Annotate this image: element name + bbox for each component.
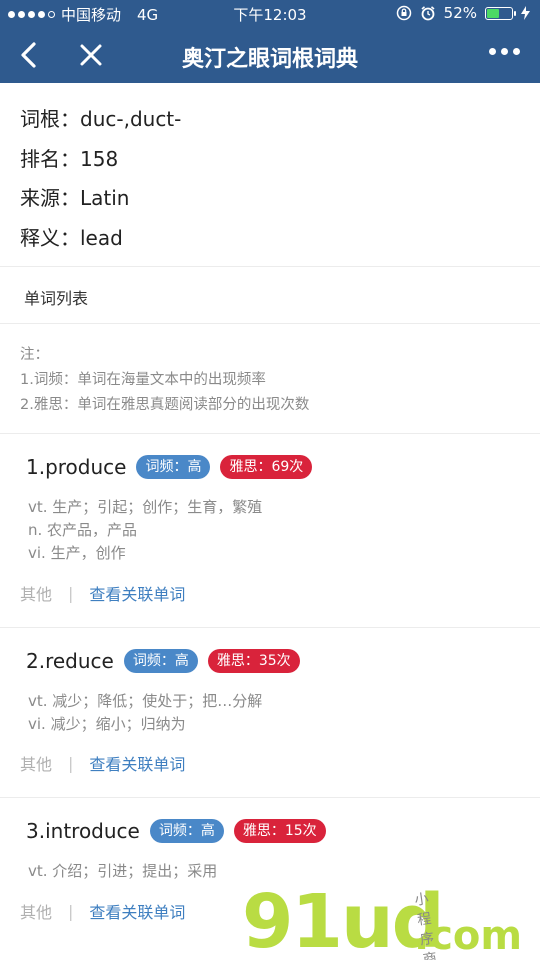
info-label: 来源： [20, 186, 80, 210]
root-info-row: 排名：158 [20, 140, 181, 180]
watermark-logo: 91ud [242, 879, 445, 960]
charging-icon [521, 6, 530, 20]
divider [0, 266, 540, 267]
frequency-badge: 词频：高 [136, 455, 211, 479]
word-header: 3.introduce 词频：高 雅思：15次 [26, 819, 336, 843]
battery-percent: 52% [443, 4, 477, 22]
divider [0, 627, 540, 628]
rotation-lock-icon [396, 5, 411, 21]
other-button[interactable]: 其他 [20, 899, 52, 923]
divider [0, 433, 540, 434]
info-value: 158 [80, 146, 119, 171]
root-info-row: 释义：lead [20, 219, 181, 259]
ielts-badge: 雅思：35次 [207, 649, 300, 673]
word-definitions: vt. 生产；引起；创作；生育，繁殖 n. 农产品，产品 vi. 生产，创作 [28, 496, 262, 565]
root-info: 词根：duc-,duct- 排名：158 来源：Latin 释义：lead [20, 100, 181, 258]
nav-bar: 奥汀之眼词根词典 [0, 28, 540, 83]
action-separator: | [68, 583, 74, 603]
word-name: 3.introduce [26, 819, 140, 843]
word-definitions: vt. 减少；降低；使处于；把…分解 vi. 减少；缩小；归纳为 [28, 690, 262, 736]
alarm-icon [421, 6, 435, 21]
section-title: 单词列表 [24, 289, 89, 308]
definition-line: vt. 减少；降低；使处于；把…分解 [28, 692, 263, 710]
view-related-words-link[interactable]: 查看关联单词 [89, 899, 185, 923]
frequency-badge: 词频：高 [123, 649, 198, 673]
word-name: 1.produce [26, 455, 127, 479]
definition-line: vi. 减少；缩小；归纳为 [28, 715, 186, 733]
view-related-words-link[interactable]: 查看关联单词 [89, 581, 185, 605]
notes-line: 1.词频：单词在海量文本中的出现频率 [20, 372, 266, 388]
notes-heading: 注： [20, 347, 49, 363]
root-info-row: 词根：duc-,duct- [20, 100, 181, 140]
info-label: 释义： [20, 225, 80, 250]
divider [0, 797, 540, 798]
ielts-badge: 雅思：69次 [220, 455, 313, 479]
info-value: lead [80, 225, 123, 250]
word-header: 1.produce 词频：高 雅思：69次 [26, 455, 322, 479]
divider [0, 323, 540, 324]
status-bar: 中国移动 4G 下午12:03 52% [0, 0, 540, 28]
definition-line: vt. 介绍；引进；提出；采用 [28, 862, 218, 880]
watermark: 91ud .com 小程序商店 [242, 879, 522, 960]
word-header: 2.reduce 词频：高 雅思：35次 [26, 649, 310, 673]
definition-line: vi. 生产，创作 [28, 544, 126, 562]
notes: 注： 1.词频：单词在海量文本中的出现频率 2.雅思：单词在雅思真题阅读部分的出… [20, 343, 309, 418]
ielts-badge: 雅思：15次 [233, 819, 326, 843]
definition-line: vt. 生产；引起；创作；生育，繁殖 [28, 498, 263, 516]
word-definitions: vt. 介绍；引进；提出；采用 [28, 860, 217, 883]
word-actions: 其他 | 查看关联单词 [20, 899, 185, 923]
other-button[interactable]: 其他 [20, 581, 52, 605]
info-value: Latin [80, 186, 130, 210]
action-separator: | [68, 901, 74, 921]
notes-line: 2.雅思：单词在雅思真题阅读部分的出现次数 [20, 397, 310, 413]
word-name: 2.reduce [26, 649, 114, 673]
view-related-words-link[interactable]: 查看关联单词 [89, 751, 185, 775]
other-button[interactable]: 其他 [20, 751, 52, 775]
page-title: 奥汀之眼词根词典 [181, 47, 358, 72]
definition-line: n. 农产品，产品 [28, 521, 138, 539]
info-label: 排名： [20, 146, 80, 171]
frequency-badge: 词频：高 [149, 819, 224, 843]
info-value: duc-,duct- [80, 107, 182, 131]
action-separator: | [68, 753, 74, 773]
info-label: 词根： [20, 107, 80, 131]
word-actions: 其他 | 查看关联单词 [20, 751, 185, 775]
battery-icon [485, 6, 516, 20]
status-right: 52% [396, 4, 530, 22]
more-options-icon[interactable] [489, 48, 520, 55]
root-info-row: 来源：Latin [20, 179, 181, 219]
word-actions: 其他 | 查看关联单词 [20, 581, 185, 605]
